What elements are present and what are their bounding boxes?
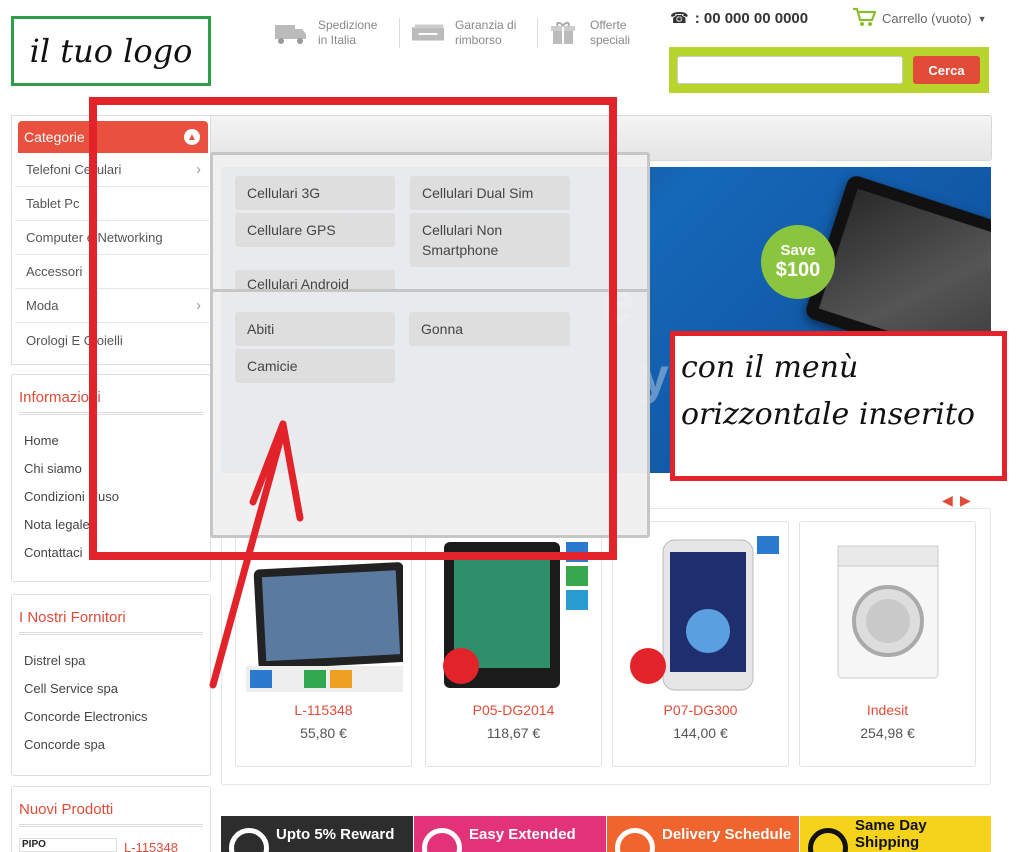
percent-icon	[422, 828, 462, 852]
supplier-link[interactable]: Concorde spa	[24, 737, 105, 752]
phone-icon: ☎	[670, 10, 689, 27]
product-name[interactable]: Indesit	[800, 702, 975, 718]
category-label: Accessori	[26, 264, 83, 279]
product-card[interactable]: Indesit 254,98 €	[799, 521, 976, 767]
annotation-note: con il menù orizzontale inserito	[670, 331, 1007, 481]
feature-shipping: Spedizione in Italia	[274, 16, 377, 50]
annotation-text: con il menù orizzontale inserito	[681, 344, 975, 438]
product-name[interactable]: L-115348	[236, 702, 411, 718]
info-link-about[interactable]: Chi siamo	[24, 461, 82, 476]
product-image[interactable]	[623, 536, 780, 692]
search-button[interactable]: Cerca	[913, 56, 980, 84]
arrow-right-icon[interactable]: ▶	[960, 492, 971, 509]
feature-offers-label: Offerte speciali	[590, 18, 631, 47]
product-price: 118,67 €	[486, 725, 541, 741]
promo-label: Same Day Shipping	[855, 817, 927, 851]
promo-label: Delivery Schedule	[662, 825, 792, 843]
suppliers-block: I Nostri Fornitori Distrel spa Cell Serv…	[11, 594, 211, 776]
logo-text: il tuo logo	[29, 32, 193, 70]
promo-delivery[interactable]: Delivery Schedule	[607, 816, 799, 852]
category-label: Tablet Pc	[26, 196, 80, 211]
calendar-icon	[615, 828, 655, 852]
promo-extended[interactable]: Easy Extended	[414, 816, 606, 852]
product-name[interactable]: P07-DG300	[613, 702, 788, 718]
save-badge-amount: $100	[775, 259, 821, 281]
annotation-line: con il menù	[681, 350, 859, 385]
arrow-left-icon[interactable]: ◀	[942, 492, 953, 509]
cart-label: Carrello (vuoto)	[882, 11, 972, 26]
info-link-legal[interactable]: Nota legale	[24, 517, 90, 532]
truck-icon	[808, 828, 848, 852]
product-image[interactable]	[810, 536, 967, 692]
dollar-icon	[229, 828, 269, 852]
phone-text: : 00 000 00 0000	[694, 9, 809, 27]
product-card[interactable]: P07-DG300 144,00 €	[612, 521, 789, 767]
phone-number: ☎ : 00 000 00 0000	[670, 9, 809, 28]
new-products-title: Nuovi Prodotti	[19, 801, 114, 818]
gift-icon	[546, 20, 580, 46]
product-price: 254,98 €	[860, 725, 915, 741]
cart-icon	[852, 7, 877, 30]
supplier-link[interactable]: Distrel spa	[24, 653, 85, 668]
supplier-link[interactable]: Concorde Electronics	[24, 709, 148, 724]
cart-button[interactable]: Carrello (vuoto) ▼	[852, 7, 987, 30]
new-product-thumbnail[interactable]: PIPO	[19, 838, 117, 852]
promo-label: Upto 5% Reward	[276, 825, 395, 843]
feature-divider	[399, 18, 400, 48]
promo-reward[interactable]: Upto 5% Reward	[221, 816, 413, 852]
divider	[19, 824, 203, 827]
product-name[interactable]: P05-DG2014	[426, 702, 601, 718]
truck-icon	[274, 20, 308, 46]
category-label: Moda	[26, 298, 59, 313]
save-badge-label: Save	[780, 242, 816, 259]
annotation-frame	[89, 97, 617, 560]
feature-refund: Garanzia di rimborso	[411, 16, 516, 50]
annotation-line: orizzontale inserito	[681, 397, 975, 432]
chevron-down-icon: ▼	[977, 13, 987, 24]
product-price: 144,00 €	[673, 725, 728, 741]
feature-refund-label: Garanzia di rimborso	[455, 18, 517, 47]
product-price: 55,80 €	[300, 725, 347, 741]
supplier-link[interactable]: Cell Service spa	[24, 681, 118, 696]
save-badge: Save $100	[761, 225, 835, 299]
new-product-link[interactable]: L-115348	[124, 840, 178, 852]
feature-shipping-label: Spedizione in Italia	[318, 18, 378, 47]
promo-shipping[interactable]: Same Day Shipping	[800, 816, 991, 852]
search-input[interactable]	[677, 56, 903, 84]
feature-offers: Offerte speciali	[546, 16, 630, 50]
logo[interactable]: il tuo logo	[11, 16, 211, 86]
categories-title: Categorie	[24, 129, 85, 145]
promo-label: Easy Extended	[469, 825, 576, 843]
money-icon	[411, 20, 445, 46]
search-bar: Cerca	[669, 47, 989, 93]
info-link-contact[interactable]: Contattaci	[24, 545, 83, 560]
info-link-home[interactable]: Home	[24, 433, 59, 448]
feature-divider	[537, 18, 538, 48]
divider	[19, 632, 203, 635]
suppliers-block-title: I Nostri Fornitori	[19, 609, 126, 626]
